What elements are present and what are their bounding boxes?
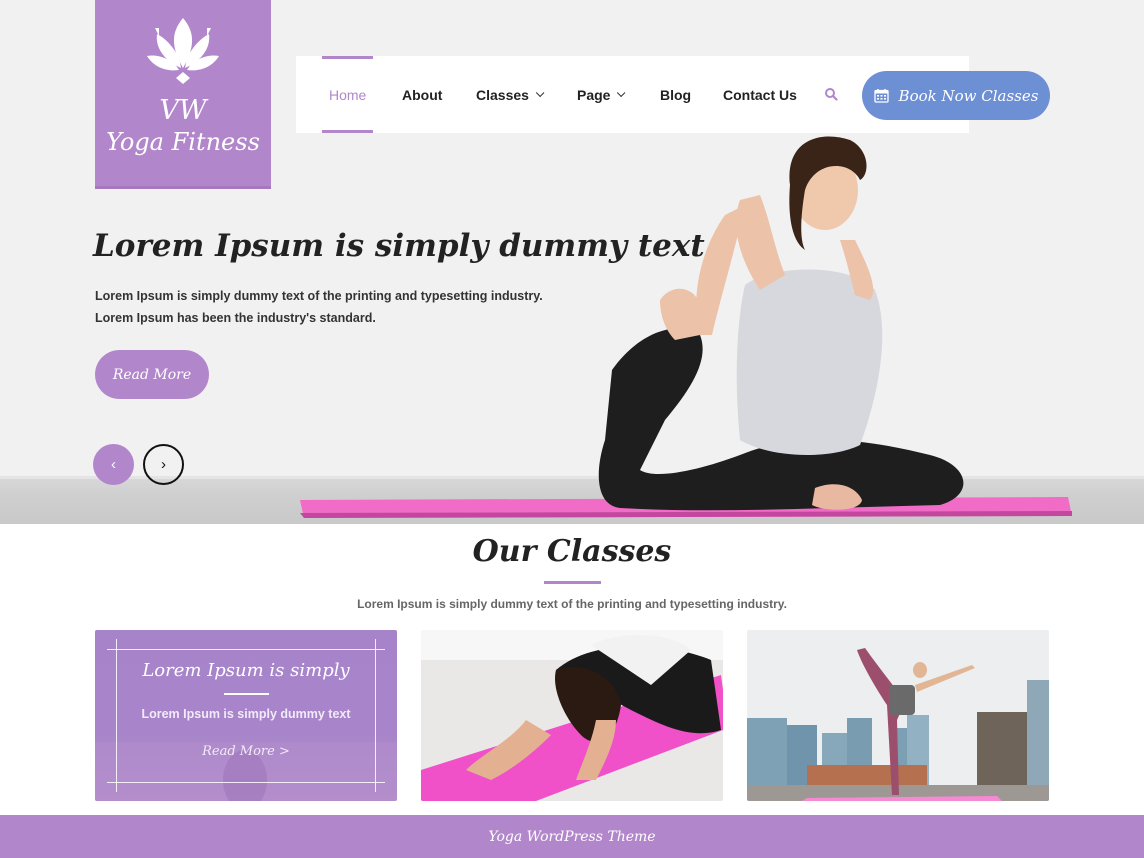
nav-item-classes[interactable]: Classes (476, 56, 545, 133)
calendar-icon (873, 89, 889, 103)
read-more-button[interactable]: Read More (95, 350, 209, 399)
card-title: Lorem Ipsum is simply (142, 660, 350, 681)
footer: Yoga WordPress Theme (0, 815, 1144, 858)
nav-item-page[interactable]: Page (577, 56, 626, 133)
footer-text: Yoga WordPress Theme (488, 828, 656, 845)
hero-slider: VW Yoga Fitness Home About Classes Page … (0, 0, 1144, 524)
logo-text-line2: Yoga Fitness (106, 128, 260, 156)
hero-description-line: Lorem Ipsum has been the industry's stan… (95, 311, 376, 325)
class-card-image[interactable] (421, 630, 723, 801)
hero-description-line: Lorem Ipsum is simply dummy text of the … (95, 289, 543, 303)
card-divider (224, 693, 269, 695)
nav-item-label: Blog (660, 86, 692, 103)
nav-item-label: About (402, 86, 443, 103)
card-text: Lorem Ipsum is simply dummy text (141, 707, 351, 721)
nav-item-label: Page (577, 86, 611, 103)
section-title: Our Classes (472, 534, 672, 569)
card-frame-line (107, 649, 385, 650)
chevron-down-icon (535, 88, 545, 97)
nav-item-label: Classes (476, 86, 529, 103)
nav-item-label: Home (329, 86, 367, 103)
nav-item-home[interactable]: Home (321, 56, 374, 133)
nav-item-blog[interactable]: Blog (660, 56, 691, 133)
chevron-right-icon: › (161, 456, 166, 473)
nav-item-label: Contact Us (723, 86, 797, 103)
section-divider (544, 581, 601, 584)
chevron-left-icon: ‹ (111, 456, 116, 473)
slider-prev-button[interactable]: ‹ (93, 444, 134, 485)
card-read-more-link[interactable]: Read More > (95, 744, 397, 759)
search-icon[interactable] (824, 87, 838, 101)
chevron-down-icon (617, 88, 626, 97)
nav-item-contact-us[interactable]: Contact Us (723, 56, 797, 133)
card-frame-line (107, 782, 385, 783)
dancer-pose-image (747, 630, 1049, 801)
nav-item-about[interactable]: About (402, 56, 442, 133)
hero-title: Lorem Ipsum is simply dummy text (93, 228, 705, 264)
class-card-image[interactable] (747, 630, 1049, 801)
section-description: Lorem Ipsum is simply dummy text of the … (357, 597, 787, 611)
site-logo[interactable]: VW Yoga Fitness (95, 0, 271, 189)
class-card[interactable]: Lorem Ipsum is simply Lorem Ipsum is sim… (95, 630, 397, 801)
childs-pose-image (421, 630, 723, 801)
lotus-icon (147, 18, 219, 84)
book-now-label: Book Now Classes (898, 86, 1039, 105)
hero-description: Lorem Ipsum is simply dummy text of the … (95, 285, 543, 329)
slider-next-button[interactable]: › (143, 444, 184, 485)
logo-text-line1: VW (159, 95, 207, 126)
book-now-button[interactable]: Book Now Classes (862, 71, 1050, 120)
